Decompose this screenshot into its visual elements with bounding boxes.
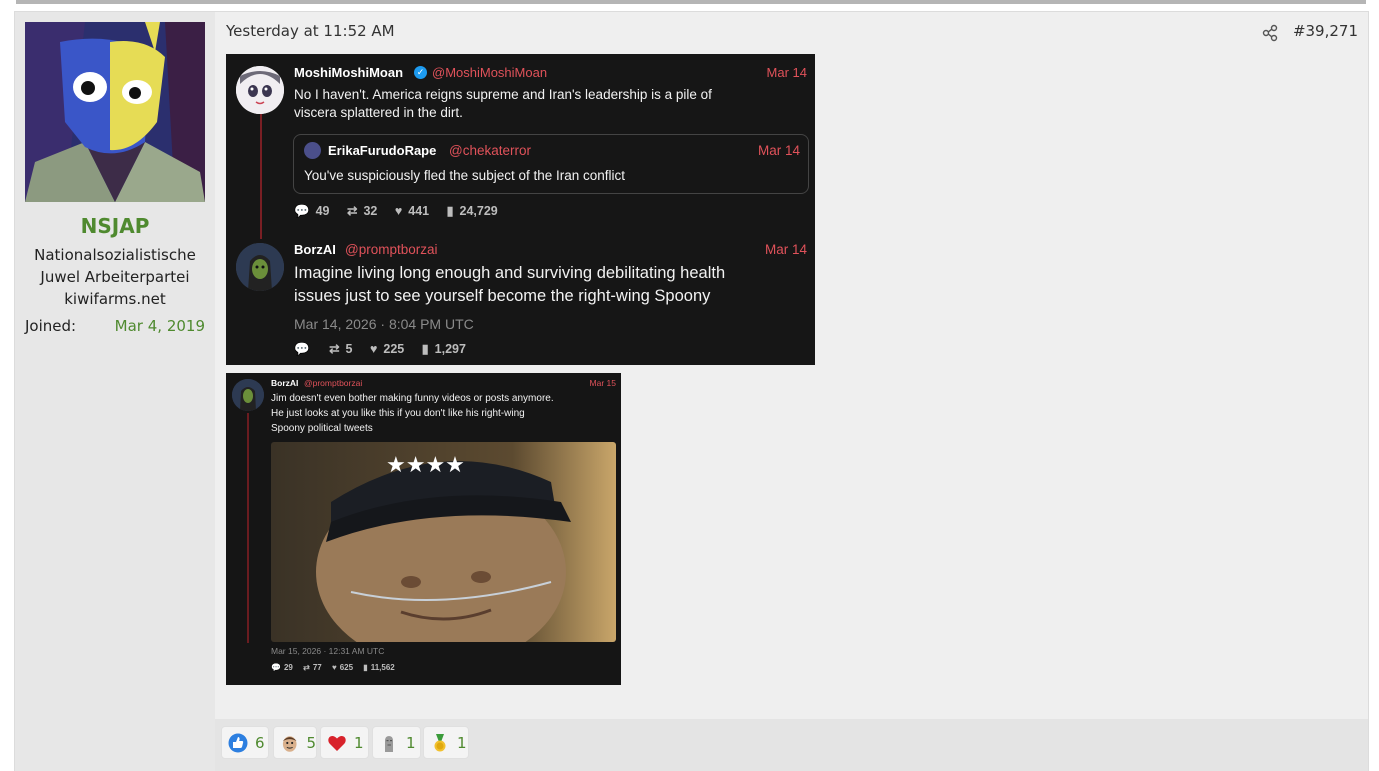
statue-icon xyxy=(385,735,393,752)
avatar-borzai xyxy=(236,243,284,291)
tweet1-date: Mar 14 xyxy=(766,65,807,80)
quote-text: You've suspiciously fled the subject of … xyxy=(304,168,626,183)
reply-icon: 💬 xyxy=(294,342,310,356)
avatar[interactable] xyxy=(25,22,205,202)
quote-name: ErikaFurudoRape xyxy=(328,143,437,158)
tweet3-likes: 625 xyxy=(339,663,354,672)
tweet3-replies: 29 xyxy=(283,663,293,672)
reaction-face[interactable]: 5 xyxy=(273,726,317,759)
tweet2-text-2: issues just to see yourself become the r… xyxy=(294,287,711,305)
like-icon: ♥ xyxy=(394,204,403,218)
tweet1-likes: 441 xyxy=(408,204,430,218)
user-column: NSJAP Nationalsozialistische Juwel Arbei… xyxy=(15,12,215,771)
tweet3-views: 11,562 xyxy=(370,663,395,672)
reaction-thumbs-up[interactable]: 6 xyxy=(221,726,269,759)
tweet1-replies: 49 xyxy=(315,204,330,218)
thumbs-up-icon xyxy=(228,733,248,752)
reaction-count: 6 xyxy=(255,733,265,752)
tweet-screenshot-2[interactable]: BorzAI @promptborzai Mar 15 Jim doesn't … xyxy=(226,373,621,685)
quote-tweet: ErikaFurudoRape @chekaterror Mar 14 You'… xyxy=(293,134,809,194)
share-icon[interactable] xyxy=(1261,24,1279,42)
joined-label: Joined: xyxy=(25,317,77,335)
reaction-count: 1 xyxy=(457,733,467,752)
tweet2-retweets: 5 xyxy=(345,342,353,356)
tweet3-stats: 💬 29 ⇄ 77 ♥ 625 ▮ 11,562 xyxy=(271,663,395,672)
like-icon: ♥ xyxy=(369,342,378,356)
quote-date: Mar 14 xyxy=(757,143,800,158)
tweet1-name: MoshiMoshiMoan xyxy=(294,65,404,80)
reaction-count: 1 xyxy=(406,733,416,752)
face-icon xyxy=(282,735,297,752)
username[interactable]: NSJAP xyxy=(15,214,215,238)
views-icon: ▮ xyxy=(363,663,368,672)
tweet2-name: BorzAI xyxy=(294,242,336,257)
avatar-erika xyxy=(304,142,321,159)
reply-icon: 💬 xyxy=(294,204,310,218)
joined-value: Mar 4, 2019 xyxy=(114,317,205,335)
tweet1-retweets: 32 xyxy=(363,204,378,218)
post-container: NSJAP Nationalsozialistische Juwel Arbei… xyxy=(14,11,1369,771)
user-site: kiwifarms.net xyxy=(64,290,166,308)
avatar-moshi xyxy=(236,66,284,114)
tweet3-timestamp: Mar 15, 2026 · 12:31 AM UTC xyxy=(271,646,385,656)
reaction-medal[interactable]: 1 xyxy=(423,726,469,759)
like-icon: ♥ xyxy=(331,663,337,672)
views-icon: ▮ xyxy=(446,204,454,218)
post-content: Yesterday at 11:52 AM #39,271 MoshiMoshi… xyxy=(215,12,1368,771)
tweet-screenshot-1[interactable]: MoshiMoshiMoan ✓ @MoshiMoshiMoan Mar 14 … xyxy=(226,54,815,365)
tweet2-text-1: Imagine living long enough and surviving… xyxy=(294,264,726,282)
tweet3-text-3: Spoony political tweets xyxy=(271,423,373,434)
reaction-heart[interactable]: 1 xyxy=(320,726,369,759)
svg-text:★★★★: ★★★★ xyxy=(386,453,465,478)
tweet1-handle: @MoshiMoshiMoan xyxy=(432,65,548,80)
tweet3-retweets: 77 xyxy=(312,663,322,672)
verified-icon: ✓ xyxy=(414,66,427,79)
views-icon: ▮ xyxy=(421,342,429,356)
medal-icon xyxy=(434,733,446,751)
tweet1-stats: 💬 49 ⇄ 32 ♥ 441 ▮ 24,729 xyxy=(294,203,498,219)
tweet2-timestamp: Mar 14, 2026 · 8:04 PM UTC xyxy=(294,316,474,332)
post-number[interactable]: #39,271 xyxy=(1293,22,1358,40)
thread-line xyxy=(260,114,262,239)
reaction-count: 5 xyxy=(306,733,316,752)
tweet3-text-1: Jim doesn't even bother making funny vid… xyxy=(271,393,554,404)
heart-icon xyxy=(328,735,346,751)
tweet3-handle: @promptborzai xyxy=(304,378,363,388)
tweet1-text-2: viscera splattered in the dirt. xyxy=(294,105,463,120)
tweet2-date: Mar 14 xyxy=(764,242,807,257)
thread-line-2 xyxy=(247,413,249,643)
post-date[interactable]: Yesterday at 11:52 AM xyxy=(226,22,395,40)
reaction-bar: 6 5 1 1 1 xyxy=(215,719,1368,771)
reaction-count: 1 xyxy=(354,733,364,752)
quote-handle: @chekaterror xyxy=(449,143,531,158)
reaction-statue[interactable]: 1 xyxy=(372,726,421,759)
tweet3-name: BorzAI xyxy=(271,378,299,388)
retweet-icon: ⇄ xyxy=(303,663,310,672)
tweet3-date: Mar 15 xyxy=(589,378,616,388)
tweet3-photo: ★★★★ xyxy=(271,442,616,642)
tweet2-views: 1,297 xyxy=(434,342,466,356)
tweet2-likes: 225 xyxy=(383,342,405,356)
tweet2-stats: 💬 ⇄ 5 ♥ 225 ▮ 1,297 xyxy=(294,341,466,357)
tweet2-handle: @promptborzai xyxy=(345,242,438,257)
tweet1-text-1: No I haven't. America reigns supreme and… xyxy=(294,87,712,102)
top-border xyxy=(16,0,1366,4)
avatar-borzai-small xyxy=(232,379,264,411)
reply-icon: 💬 xyxy=(271,663,281,672)
tweet3-text-2: He just looks at you like this if you do… xyxy=(271,408,525,419)
retweet-icon: ⇄ xyxy=(346,204,358,218)
retweet-icon: ⇄ xyxy=(329,342,340,356)
user-title: Nationalsozialistische Juwel Arbeiterpar… xyxy=(34,246,196,286)
tweet1-views: 24,729 xyxy=(459,204,498,218)
